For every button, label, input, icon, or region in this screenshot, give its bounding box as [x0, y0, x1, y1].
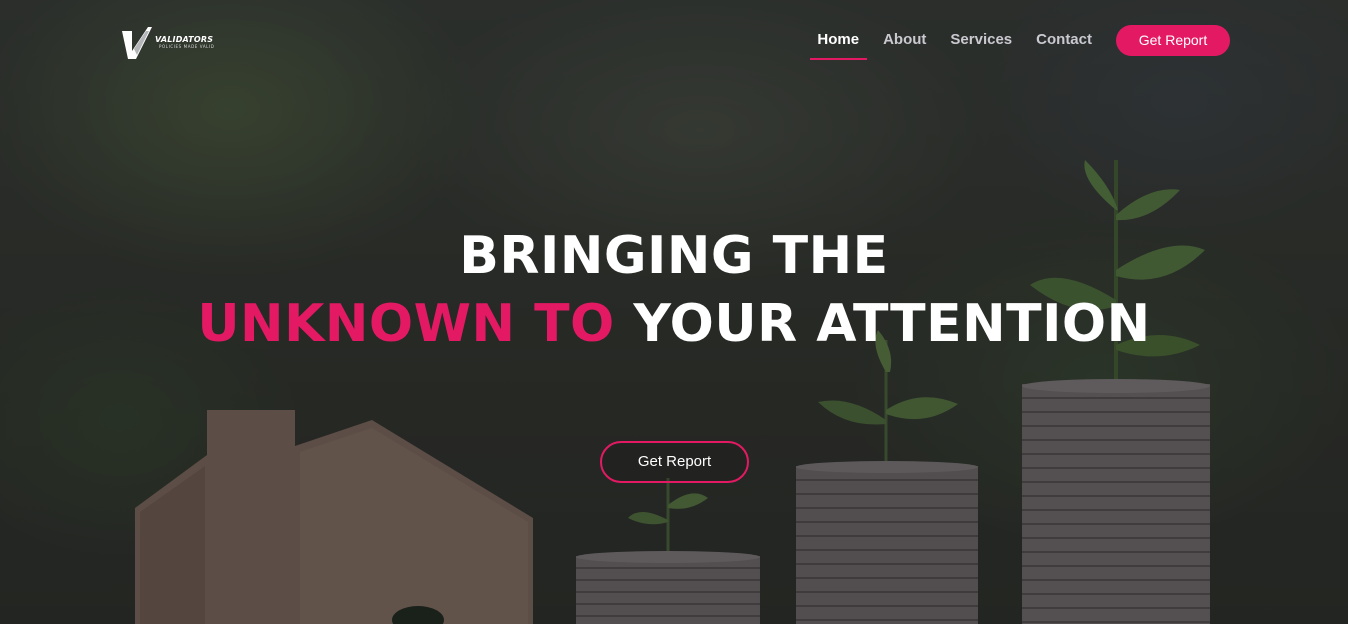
top-navbar: VALIDATORS POLICIES MADE VALID Home Abou…	[0, 0, 1348, 80]
nav-item-contact[interactable]: Contact	[1036, 24, 1092, 56]
hero-headline: BRINGING THE UNKNOWN TO YOUR ATTENTION	[0, 222, 1348, 358]
nav-get-report-button[interactable]: Get Report	[1116, 24, 1230, 56]
nav-item-about[interactable]: About	[883, 24, 926, 56]
headline-rest-text: YOUR ATTENTION	[633, 294, 1151, 354]
nav-item-home[interactable]: Home	[810, 24, 867, 60]
brand-tagline: POLICIES MADE VALID	[159, 44, 215, 49]
headline-accent-text: UNKNOWN TO	[197, 294, 615, 354]
main-menu: Home About Services Contact Get Report	[810, 24, 1230, 60]
validators-logo-icon	[122, 27, 152, 59]
nav-item-services[interactable]: Services	[950, 24, 1012, 56]
headline-line-1: BRINGING THE	[459, 226, 889, 286]
headline-line-2: UNKNOWN TO YOUR ATTENTION	[0, 290, 1348, 358]
brand-name: VALIDATORS	[155, 35, 214, 44]
brand-logo[interactable]: VALIDATORS POLICIES MADE VALID	[120, 25, 214, 59]
hero-get-report-button[interactable]: Get Report	[600, 441, 749, 483]
